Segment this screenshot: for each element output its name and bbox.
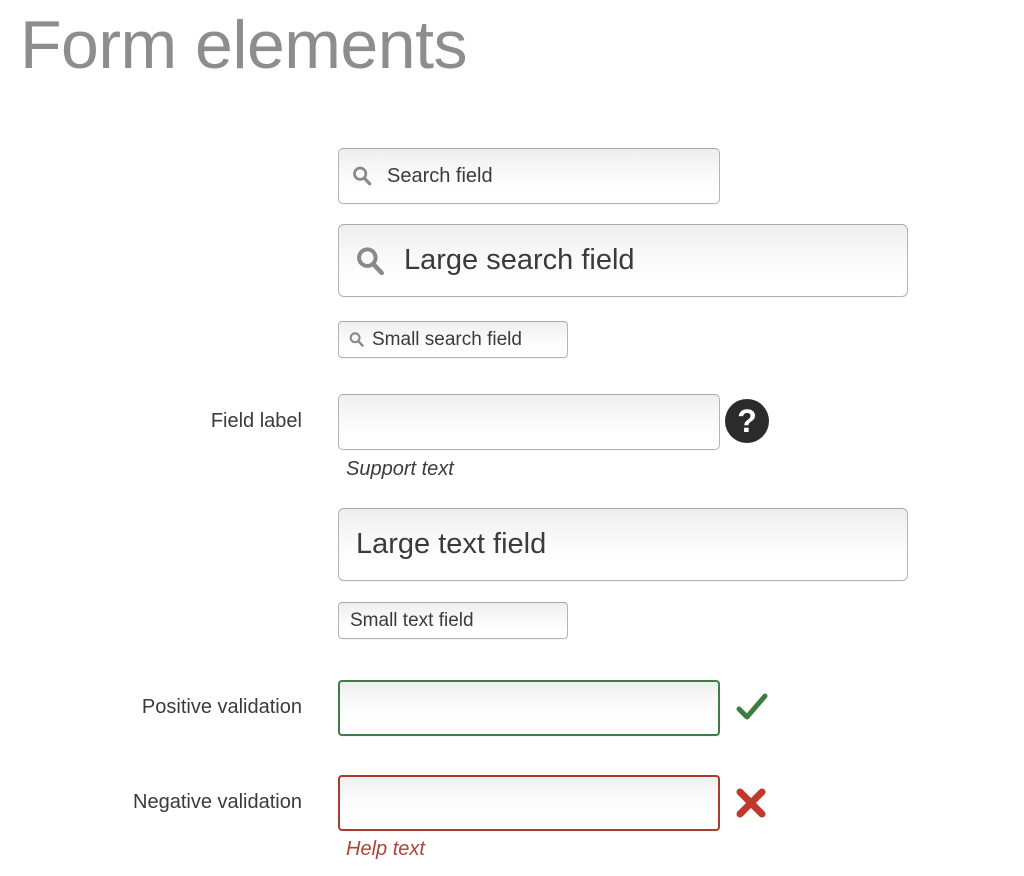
- large-text-input[interactable]: Large text field: [338, 508, 908, 581]
- positive-validation-input[interactable]: [338, 680, 720, 736]
- small-text-input[interactable]: Small text field: [338, 602, 568, 639]
- small-search-input-text: Small search field: [372, 328, 522, 350]
- large-search-input[interactable]: Large search field: [338, 224, 908, 297]
- svg-text:?: ?: [737, 403, 757, 439]
- positive-validation-label: Positive validation: [141, 696, 302, 718]
- field-label-text: Field label: [210, 410, 302, 432]
- search-input-text: Search field: [387, 164, 493, 187]
- large-search-input-text: Large search field: [404, 244, 635, 276]
- negative-validation-label: Negative validation: [133, 791, 302, 813]
- search-icon: [354, 245, 386, 277]
- checkmark-icon: [736, 692, 768, 724]
- large-text-input-text: Large text field: [356, 528, 547, 560]
- small-text-input-text: Small text field: [350, 609, 474, 631]
- question-mark-icon[interactable]: ?: [724, 398, 770, 444]
- field-label-input[interactable]: [338, 394, 720, 450]
- small-search-input[interactable]: Small search field: [338, 321, 568, 358]
- page-title: Form elements: [20, 7, 467, 83]
- search-icon: [348, 331, 365, 348]
- search-input[interactable]: Search field: [338, 148, 720, 204]
- support-text: Support text: [346, 458, 454, 480]
- negative-validation-input[interactable]: [338, 775, 720, 831]
- cross-icon: [734, 786, 768, 820]
- search-icon: [351, 165, 373, 187]
- help-text: Help text: [346, 838, 425, 860]
